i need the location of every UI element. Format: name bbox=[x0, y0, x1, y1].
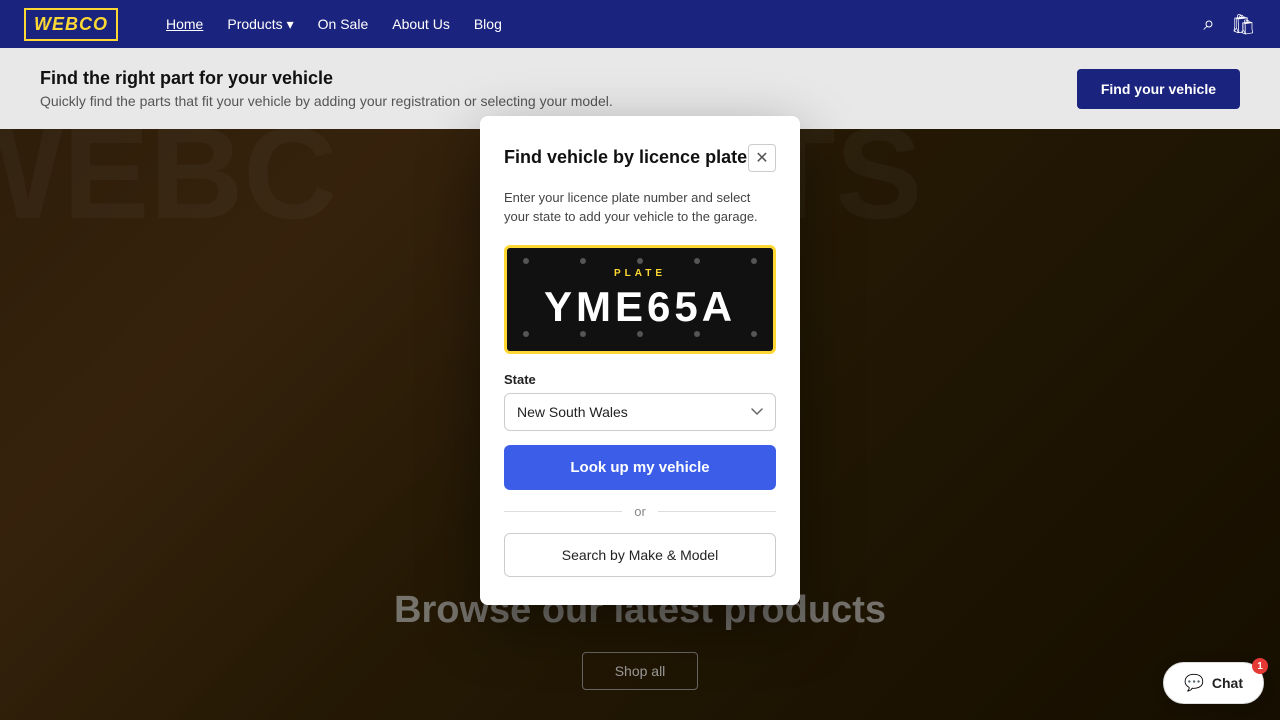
modal-title: Find vehicle by licence plate bbox=[504, 147, 747, 168]
plate-label: PLATE bbox=[523, 268, 757, 279]
state-label: State bbox=[504, 372, 776, 387]
plate-dot bbox=[523, 331, 529, 337]
modal-description: Enter your licence plate number and sele… bbox=[504, 188, 776, 227]
plate-dot bbox=[694, 258, 700, 264]
plate-dot bbox=[637, 258, 643, 264]
plate-dots-top bbox=[523, 258, 757, 264]
modal-header: Find vehicle by licence plate ✕ bbox=[504, 144, 776, 172]
chat-button[interactable]: 💬 Chat 1 bbox=[1163, 662, 1264, 704]
plate-dot bbox=[637, 331, 643, 337]
page: WEBCO Home Products ▾ On Sale About Us B… bbox=[0, 0, 1280, 720]
or-divider: or bbox=[504, 504, 776, 519]
state-select[interactable]: New South Wales Victoria Queensland Sout… bbox=[504, 393, 776, 431]
search-make-model-button[interactable]: Search by Make & Model bbox=[504, 533, 776, 577]
licence-plate-modal: Find vehicle by licence plate ✕ Enter yo… bbox=[480, 116, 800, 605]
chat-label: Chat bbox=[1212, 675, 1243, 691]
modal-close-button[interactable]: ✕ bbox=[748, 144, 776, 172]
plate-dot bbox=[580, 331, 586, 337]
plate-dot bbox=[694, 331, 700, 337]
or-line-left bbox=[504, 511, 622, 512]
plate-dot bbox=[751, 258, 757, 264]
chat-bubble-icon: 💬 bbox=[1184, 673, 1204, 693]
plate-dot bbox=[751, 331, 757, 337]
plate-dots-bottom bbox=[523, 331, 757, 337]
plate-number: YME65A bbox=[523, 283, 757, 331]
licence-plate-display: PLATE YME65A bbox=[504, 245, 776, 354]
or-line-right bbox=[658, 511, 776, 512]
or-text: or bbox=[634, 504, 646, 519]
plate-dot bbox=[523, 258, 529, 264]
lookup-vehicle-button[interactable]: Look up my vehicle bbox=[504, 445, 776, 490]
chat-widget: 💬 Chat 1 bbox=[1163, 662, 1264, 704]
modal-backdrop: Find vehicle by licence plate ✕ Enter yo… bbox=[0, 0, 1280, 720]
chat-badge: 1 bbox=[1252, 658, 1268, 674]
plate-dot bbox=[580, 258, 586, 264]
